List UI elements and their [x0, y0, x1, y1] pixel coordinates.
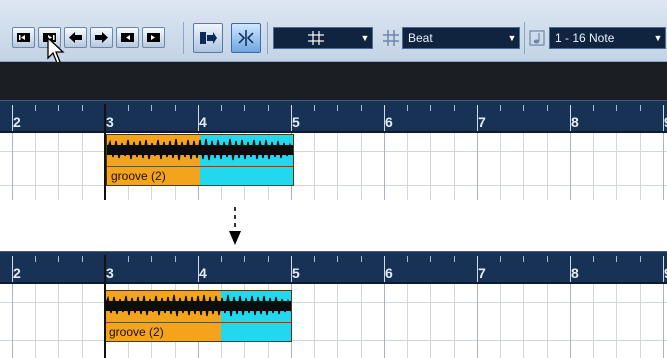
ruler-label: 8 [571, 114, 579, 130]
quantize-note-icon [529, 29, 545, 46]
snap-type-value [274, 30, 358, 46]
event-name: groove (2) [109, 325, 164, 339]
next-event-button[interactable] [90, 27, 113, 48]
quantize-value: 1 - 16 Note [555, 31, 615, 45]
project-cursor [104, 104, 106, 200]
snap-button[interactable] [193, 23, 223, 53]
event-name: groove (2) [111, 169, 166, 183]
project-cursor [104, 255, 106, 358]
toolbar-separator [183, 22, 184, 54]
previous-event-icon [69, 32, 82, 43]
snap-type-dropdown[interactable]: ▼ [273, 27, 373, 49]
track-area-top[interactable]: groove (2) [0, 133, 667, 200]
locate-left-button[interactable] [116, 27, 139, 48]
waveform [105, 294, 291, 317]
go-to-start-button[interactable] [12, 27, 35, 48]
info-line [0, 62, 667, 100]
ruler-label: 4 [199, 114, 207, 130]
quantize-dropdown[interactable]: 1 - 16 Note ▼ [549, 27, 666, 49]
toolbar: ▼ Beat ▼ 1 - 16 Note ▼ [0, 0, 667, 64]
ruler-label: 4 [199, 265, 207, 281]
toolbar-separator [524, 22, 525, 54]
chevron-down-icon: ▼ [360, 33, 370, 43]
audio-event[interactable]: groove (2) [106, 134, 294, 186]
snap-zero-crossing-button[interactable] [231, 23, 261, 53]
go-to-start-icon [17, 33, 30, 42]
ruler-label: 2 [13, 114, 21, 130]
track-area-bottom[interactable]: groove (2) [0, 284, 667, 358]
ruler-label: 3 [106, 265, 114, 281]
audio-event[interactable]: groove (2) [104, 290, 292, 342]
snap-zero-crossing-icon [238, 30, 254, 46]
grid-icon [308, 31, 324, 45]
project-window: ▼ Beat ▼ 1 - 16 Note ▼ 2 3 4 5 6 7 8 gro… [0, 0, 667, 358]
grid-icon [383, 29, 399, 46]
locate-right-button[interactable] [142, 27, 165, 48]
ruler-label: 6 [385, 265, 393, 281]
ruler-label: 6 [385, 114, 393, 130]
chevron-down-icon: ▼ [653, 33, 663, 43]
ruler-label: 8 [571, 265, 579, 281]
toolbar-separator [267, 22, 268, 54]
ruler-label: 3 [106, 114, 114, 130]
snap-to-grid-icon [200, 32, 217, 44]
down-arrow-icon [229, 207, 241, 245]
grid-type-dropdown[interactable]: Beat ▼ [402, 27, 520, 49]
quantize-icon [527, 27, 547, 48]
ruler-label: 5 [292, 265, 300, 281]
ruler-label: 5 [292, 114, 300, 130]
ruler-label: 2 [13, 265, 21, 281]
locate-left-icon [121, 33, 134, 42]
next-event-icon [95, 32, 108, 43]
grid-type-icon [381, 27, 401, 48]
locate-right-icon [147, 33, 160, 42]
grid-type-value: Beat [408, 31, 433, 45]
ruler-label: 7 [478, 265, 486, 281]
ruler-label: 7 [478, 114, 486, 130]
ruler-bottom[interactable]: 2 3 4 5 6 7 8 9 [0, 251, 667, 284]
chevron-down-icon: ▼ [507, 33, 517, 43]
ruler-top[interactable]: 2 3 4 5 6 7 8 9 [0, 100, 667, 133]
waveform [107, 138, 293, 161]
